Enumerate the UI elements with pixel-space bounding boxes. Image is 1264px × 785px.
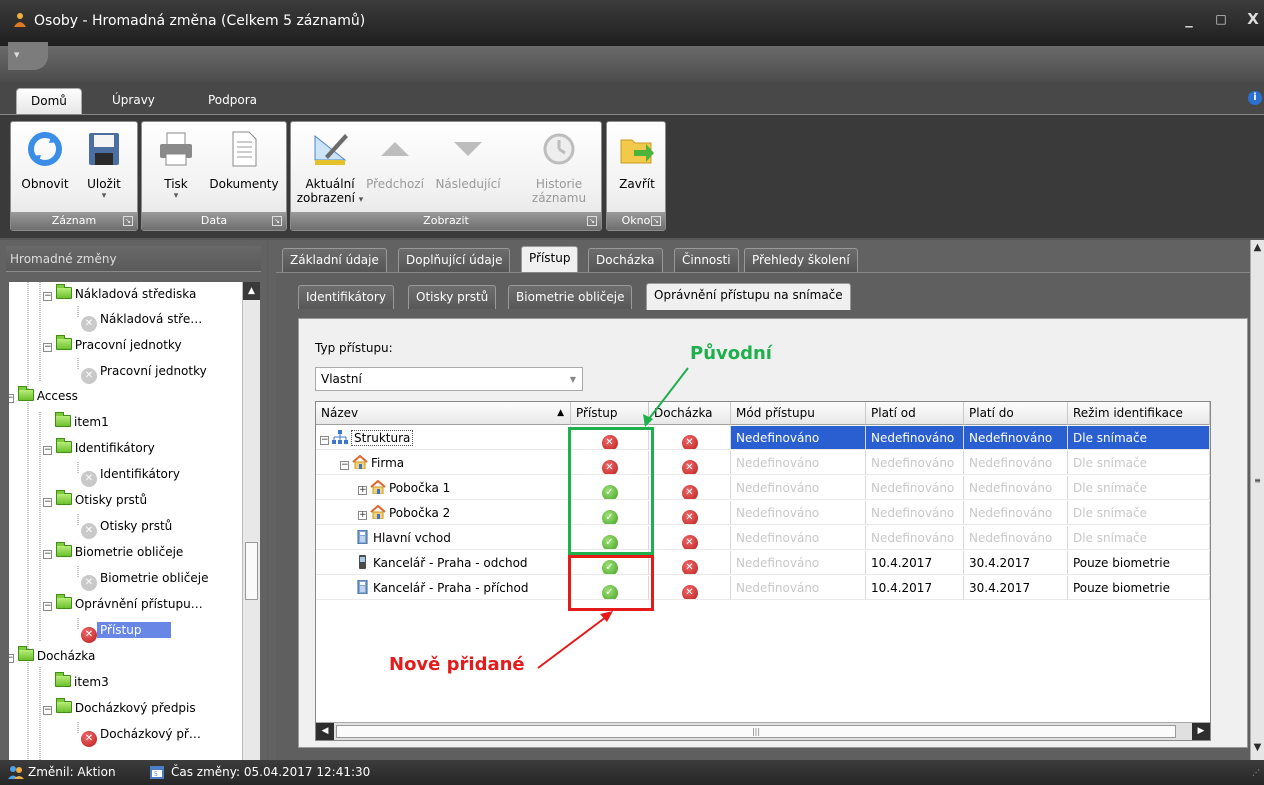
resize-grip-icon[interactable]: ⋰ bbox=[1252, 768, 1260, 777]
changed-time: Čas změny: 05.04.2017 12:41:30 bbox=[171, 765, 371, 779]
scroll-up-icon[interactable]: ▲ bbox=[1251, 242, 1264, 258]
users-icon bbox=[8, 766, 24, 779]
calendar-icon: 5 bbox=[150, 766, 164, 779]
svg-text:5: 5 bbox=[154, 771, 158, 778]
scroll-grip-icon[interactable]: ≡ bbox=[1251, 476, 1264, 492]
changed-by: Změnil: Aktion bbox=[28, 765, 116, 779]
status-bar: Změnil: Aktion 5 Čas změny: 05.04.2017 1… bbox=[0, 760, 1264, 785]
right-scrollbar[interactable]: ▲ ≡ ▼ bbox=[1250, 240, 1264, 760]
annotation-new: Nově přidané bbox=[389, 654, 525, 675]
annotation-original: Původní bbox=[690, 343, 772, 364]
scroll-down-icon[interactable]: ▼ bbox=[1251, 742, 1264, 758]
annotation-arrows bbox=[537, 367, 689, 669]
